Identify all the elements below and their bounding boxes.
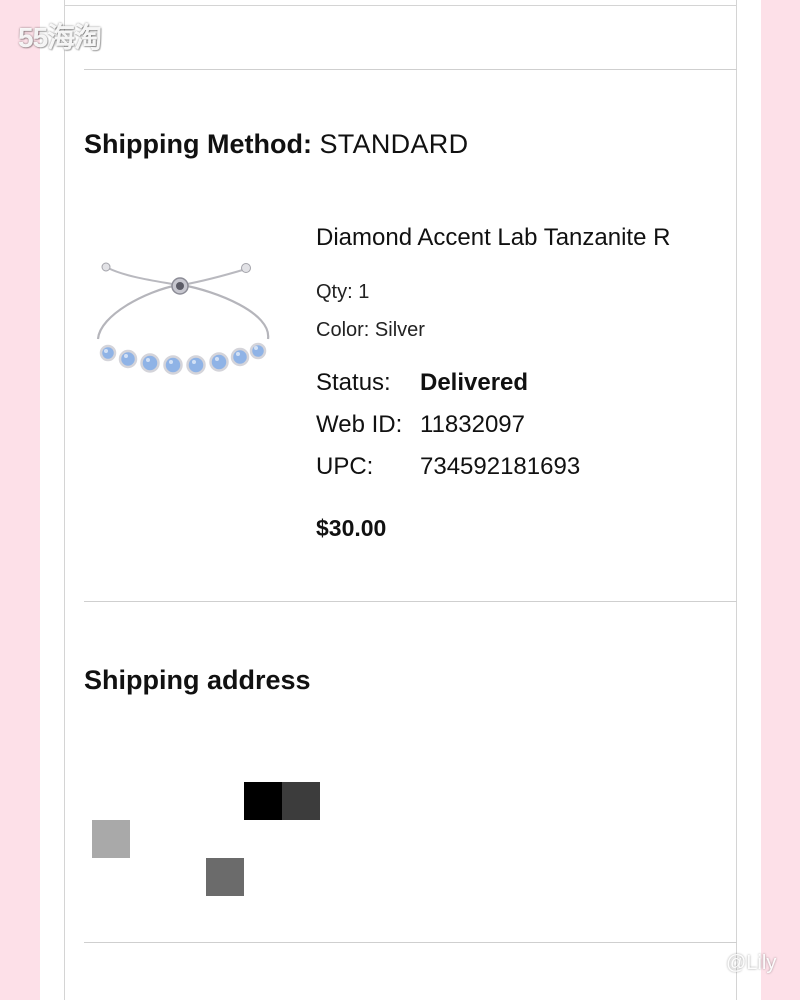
product-color: Color: Silver (316, 319, 425, 341)
status-value: Delivered (420, 369, 529, 396)
upc-row: UPC: 734592181693 (316, 452, 580, 482)
product-qty: Qty: 1 (316, 281, 370, 303)
redacted-block (92, 820, 130, 858)
redacted-block (244, 782, 282, 820)
upc-label: UPC: (316, 453, 374, 480)
divider (84, 942, 737, 943)
user-watermark: @Lily (726, 952, 777, 974)
web-id-label: Web ID: (316, 411, 403, 438)
top-divider (64, 5, 737, 6)
shipping-address-title: Shipping address (84, 665, 311, 695)
divider (84, 601, 737, 602)
status-row: Status: Delivered (316, 368, 528, 398)
site-watermark-logo: 55海淘 (18, 22, 102, 53)
shipping-method: Shipping Method: STANDARD (84, 126, 468, 162)
redacted-block (206, 858, 244, 896)
divider (84, 69, 737, 70)
upc-value: 734592181693 (420, 453, 581, 480)
status-label: Status: (316, 369, 391, 396)
shipping-method-label: Shipping Method: (84, 129, 312, 159)
web-id-row: Web ID: 11832097 (316, 410, 525, 440)
bracelet-image[interactable] (86, 255, 281, 395)
redacted-block (282, 782, 320, 820)
product-price: $30.00 (316, 515, 387, 541)
web-id-value: 11832097 (420, 411, 525, 438)
product-name[interactable]: Diamond Accent Lab Tanzanite R (316, 222, 716, 254)
shipping-method-value: STANDARD (319, 129, 469, 159)
